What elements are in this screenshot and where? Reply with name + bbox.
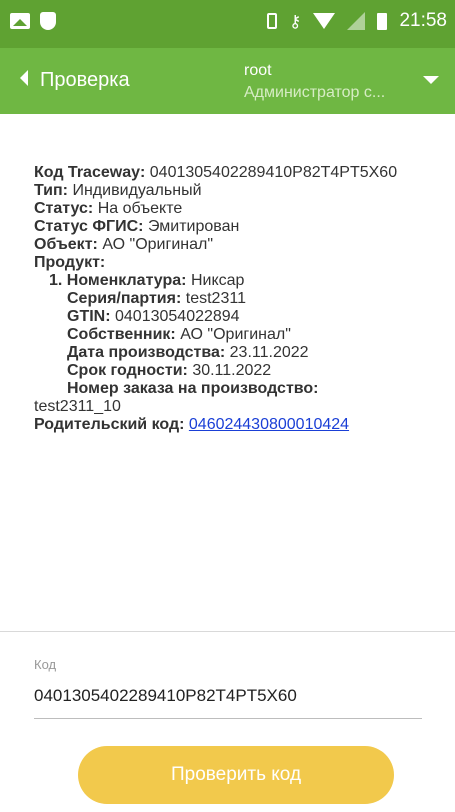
check-result-details: Код Traceway: 0401305402289410P82T4PT5X6…: [34, 164, 397, 434]
signal-icon: [347, 12, 366, 30]
vibrate-icon: [267, 13, 277, 29]
app-bar: Проверка root Администратор с...: [0, 48, 455, 114]
code-input[interactable]: 0401305402289410P82T4PT5X60: [34, 686, 297, 706]
code-input-underline: [34, 718, 422, 719]
object-row: Объект: АО "Оригинал": [34, 236, 214, 253]
code-field-label: Код: [34, 657, 57, 672]
expiry-date-row: Срок годности: 30.11.2022: [67, 362, 272, 379]
gtin-row: GTIN: 04013054022894: [67, 308, 240, 325]
nomenclature-row: 1. Номенклатура: Никсар: [49, 272, 245, 289]
status-row: Статус: На объекте: [34, 200, 183, 217]
back-arrow-icon[interactable]: [20, 70, 28, 86]
parent-code-link[interactable]: 046024430800010424: [189, 416, 349, 433]
owner-row: Собственник: АО "Оригинал": [67, 326, 291, 343]
shield-icon: [40, 12, 56, 30]
traceway-row: Код Traceway: 0401305402289410P82T4PT5X6…: [34, 164, 398, 181]
series-row: Серия/партия: test2311: [67, 290, 246, 307]
divider: [0, 631, 455, 632]
production-date-row: Дата производства: 23.11.2022: [67, 344, 309, 361]
order-number-label-row: Номер заказа на производство:: [67, 380, 319, 397]
wifi-icon: [313, 13, 336, 29]
status-bar: ⚷ 21:58: [0, 0, 455, 48]
product-heading: Продукт:: [34, 254, 106, 271]
image-icon: [10, 13, 30, 29]
user-name[interactable]: root: [244, 61, 272, 81]
fgis-status-row: Статус ФГИС: Эмитирован: [34, 218, 240, 235]
parent-code-row: Родительский код: 046024430800010424: [34, 416, 350, 433]
key-icon: ⚷: [289, 11, 302, 31]
check-code-button[interactable]: Проверить код: [78, 746, 394, 804]
type-row: Тип: Индивидуальный: [34, 182, 202, 199]
battery-icon: [377, 12, 388, 30]
page-title[interactable]: Проверка: [40, 69, 130, 92]
user-role[interactable]: Администратор с...: [244, 84, 385, 102]
order-number-value: test2311_10: [34, 398, 121, 415]
chevron-down-icon[interactable]: [423, 76, 439, 84]
traceway-code: 0401305402289410P82T4PT5X60: [149, 164, 398, 181]
status-time: 21:58: [399, 10, 447, 31]
